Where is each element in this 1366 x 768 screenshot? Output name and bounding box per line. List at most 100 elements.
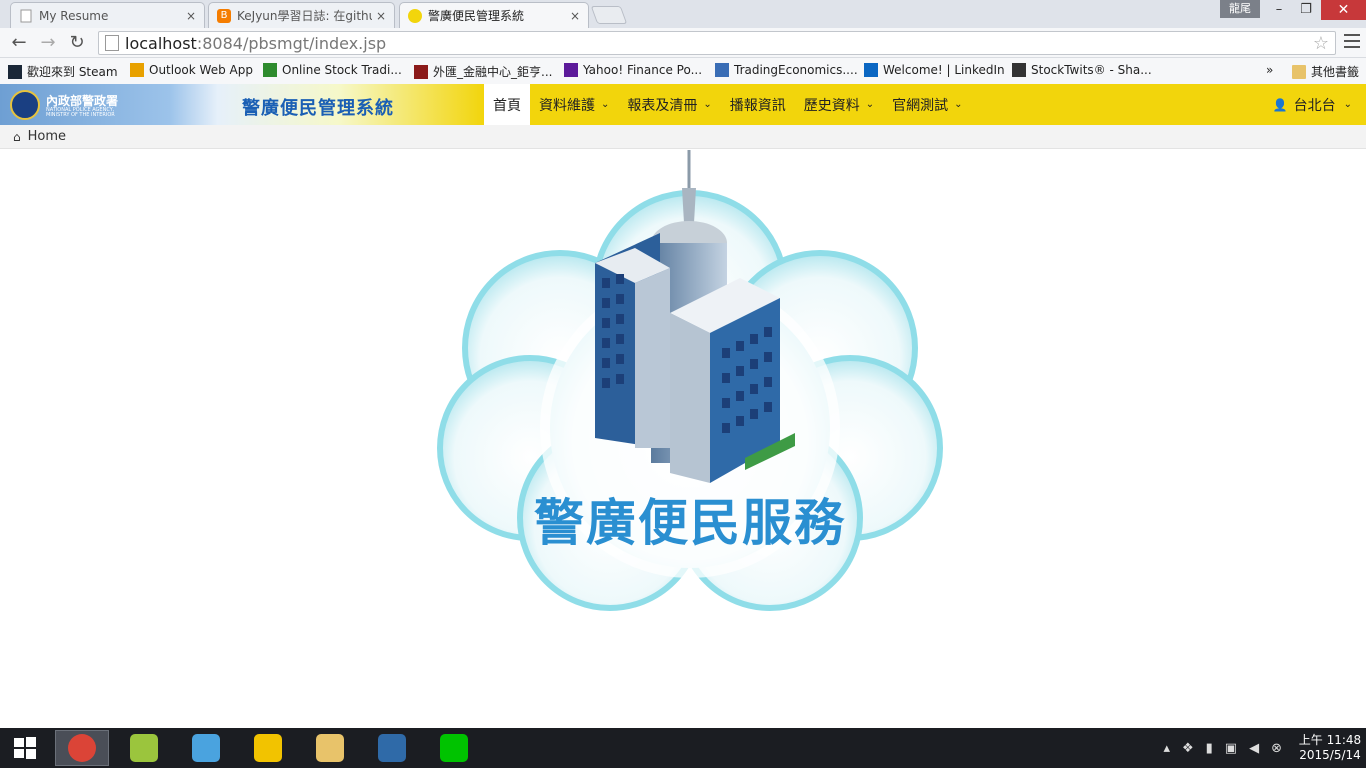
bookmark-item[interactable]: StockTwits® - Sha... — [1012, 63, 1152, 77]
reload-icon[interactable]: ↻ — [66, 32, 88, 54]
close-icon[interactable]: × — [186, 9, 196, 23]
bookmarks-bar: » 其他書籤 歡迎來到 Steam Outlook Web App Online S… — [0, 58, 1366, 84]
bookmark-label: 外匯_金融中心_鉅亨... — [433, 65, 553, 79]
chevron-down-icon: ⌄ — [703, 99, 712, 110]
bookmark-item[interactable]: 外匯_金融中心_鉅亨... — [414, 63, 552, 80]
nav-item[interactable]: 歷史資料 ⌄ — [795, 84, 883, 125]
restore-icon[interactable]: ❐ — [1292, 0, 1320, 20]
nav-item[interactable]: 播報資訊 — [721, 84, 795, 125]
close-icon[interactable]: × — [376, 9, 386, 23]
nav-label: 報表及清冊 — [627, 97, 698, 114]
taskbar-app[interactable] — [117, 730, 171, 766]
minimize-icon[interactable]: – — [1265, 0, 1293, 20]
nav-label: 官網測試 — [892, 97, 949, 114]
nav-item[interactable]: 資料維護 ⌄ — [530, 84, 618, 125]
forward-icon[interactable]: → — [37, 32, 59, 54]
brand-banner: 內政部警政署 NATIONAL POLICE AGENCY, MINISTRY … — [0, 84, 484, 125]
clock-date: 2015/5/14 — [1299, 748, 1361, 762]
tab-kejyun[interactable]: B KeJyun學習日誌: 在githul × — [208, 2, 395, 28]
bookmark-item[interactable]: Outlook Web App — [130, 63, 253, 77]
action-center-icon[interactable]: ⊗ — [1271, 741, 1282, 756]
tab-title: 警廣便民管理系統 — [428, 9, 525, 23]
other-bookmarks-label: 其他書籤 — [1311, 65, 1360, 79]
bookmark-label: 歡迎來到 Steam — [27, 65, 118, 79]
bookmark-label: StockTwits® - Sha... — [1031, 63, 1152, 77]
menu-icon[interactable] — [1344, 34, 1360, 52]
url-host: localhost — [125, 33, 197, 53]
show-hidden-icons[interactable]: ▴ — [1163, 741, 1170, 756]
user-menu[interactable]: 👤 台北台 ⌄ — [1273, 84, 1352, 125]
home-icon: ⌂ — [13, 129, 21, 144]
taskbar-app[interactable] — [55, 730, 109, 766]
chevron-down-icon: ⌄ — [1343, 99, 1352, 110]
linkedin-icon — [864, 63, 878, 77]
start-button[interactable] — [0, 730, 50, 766]
bookmark-label: Online Stock Tradi... — [282, 63, 402, 77]
taskbar-app[interactable] — [303, 730, 357, 766]
clock[interactable]: 上午 11:48 2015/5/14 — [1294, 733, 1366, 763]
virtualbox-icon — [378, 734, 406, 762]
bookmark-item[interactable]: Online Stock Tradi... — [263, 63, 402, 77]
bookmarks-more[interactable]: » — [1266, 63, 1273, 77]
hero-title: 警廣便民服務 — [534, 494, 846, 552]
nav-item[interactable]: 首頁 — [484, 84, 530, 133]
folder-icon — [1292, 64, 1306, 79]
adgo-icon — [192, 734, 220, 762]
bookmark-item[interactable]: Welcome! | LinkedIn — [864, 63, 1005, 77]
outlook-icon — [130, 63, 144, 77]
taskbar-app[interactable] — [179, 730, 233, 766]
clock-time: 上午 11:48 — [1298, 733, 1362, 747]
police-icon — [408, 8, 422, 23]
main-nav: 首頁 資料維護 ⌄ 報表及清冊 ⌄ 播報資訊 歷史資料 ⌄ 官網測試 ⌄ — [484, 84, 972, 133]
nav-label: 播報資訊 — [729, 97, 786, 114]
browser-tabstrip: My Resume × B KeJyun學習日誌: 在githul × 警廣便民… — [0, 0, 1366, 28]
taskbar-app[interactable] — [241, 730, 295, 766]
stocktwits-icon — [1012, 63, 1026, 77]
nav-label: 資料維護 — [539, 97, 595, 114]
police-seal-icon — [10, 90, 40, 120]
bookmark-label: Yahoo! Finance Po... — [583, 63, 703, 77]
bookmark-label: Outlook Web App — [149, 63, 253, 77]
back-icon[interactable]: ← — [8, 32, 30, 54]
chevron-down-icon: ⌄ — [601, 99, 610, 110]
cloud-building-icon — [437, 150, 943, 611]
cnyes-icon — [414, 64, 428, 79]
line-icon — [440, 734, 468, 762]
taskbar-app[interactable] — [365, 730, 419, 766]
chrome-icon — [68, 734, 96, 762]
netbeans-icon — [130, 734, 158, 762]
tradingeconomics-icon — [715, 63, 729, 77]
user-icon: 👤 — [1272, 97, 1288, 112]
breadcrumb-home[interactable]: Home — [28, 129, 66, 144]
nav-item[interactable]: 官網測試 ⌄ — [883, 84, 971, 125]
nav-label: 歷史資料 — [803, 97, 860, 114]
yahoo-icon — [564, 63, 578, 77]
power-icon[interactable]: ▮ — [1206, 741, 1213, 756]
volume-icon[interactable]: ◀ — [1249, 741, 1259, 756]
nav-label: 首頁 — [493, 97, 521, 114]
taskbar: ▴ ❖ ▮ ▣ ◀ ⊗ 上午 11:48 2015/5/14 — [0, 728, 1366, 768]
profile-badge[interactable]: 龍尾 — [1220, 0, 1260, 18]
new-tab-button[interactable] — [590, 6, 628, 24]
other-bookmarks[interactable]: 其他書籤 — [1292, 63, 1359, 80]
bookmark-item[interactable]: 歡迎來到 Steam — [8, 63, 118, 80]
network-icon[interactable]: ▣ — [1225, 741, 1237, 756]
dropbox-icon[interactable]: ❖ — [1182, 741, 1194, 756]
tab-pbsmgt[interactable]: 警廣便民管理系統 × — [399, 2, 589, 28]
taskbar-app[interactable] — [427, 730, 481, 766]
page-icon — [19, 9, 33, 23]
windows-icon — [14, 737, 36, 759]
close-icon[interactable]: × — [570, 9, 580, 23]
tab-title: My Resume — [39, 8, 109, 23]
nav-item[interactable]: 報表及清冊 ⌄ — [618, 84, 720, 125]
system-tray: ▴ ❖ ▮ ▣ ◀ ⊗ 上午 11:48 2015/5/14 — [1163, 728, 1366, 768]
user-name: 台北台 — [1293, 97, 1336, 114]
bookmark-item[interactable]: TradingEconomics.... — [715, 63, 858, 77]
star-icon[interactable]: ☆ — [1313, 33, 1329, 54]
tab-my-resume[interactable]: My Resume × — [10, 2, 205, 28]
org-subtitle: NATIONAL POLICE AGENCY, MINISTRY OF THE … — [46, 107, 115, 118]
bookmark-item[interactable]: Yahoo! Finance Po... — [564, 63, 702, 77]
address-bar[interactable]: localhost:8084/pbsmgt/index.jsp ☆ — [98, 31, 1336, 55]
app-header: 內政部警政署 NATIONAL POLICE AGENCY, MINISTRY … — [0, 84, 1366, 133]
window-close-button[interactable]: ✕ — [1321, 0, 1366, 20]
